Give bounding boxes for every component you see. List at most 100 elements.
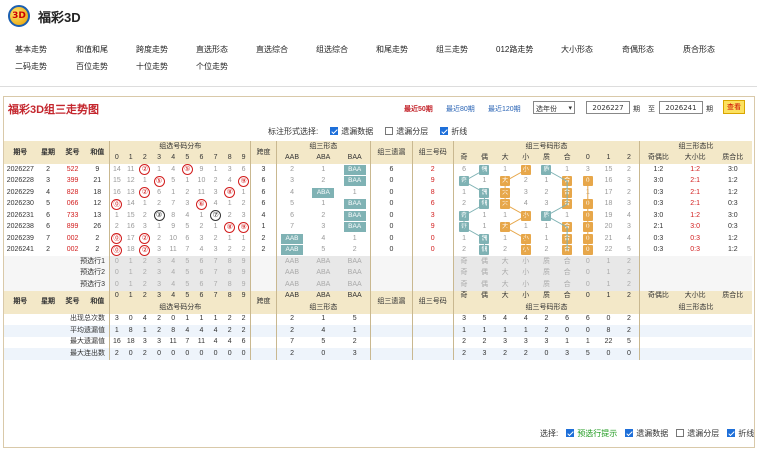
predict-nshape[interactable]: 2 [618, 267, 640, 279]
predict-digit[interactable]: 8 [222, 256, 237, 268]
predict-nshape[interactable]: 合 [556, 256, 578, 268]
predict-digit[interactable]: 4 [166, 256, 181, 268]
predict-nshape[interactable]: 奇 [452, 267, 475, 279]
predict-shape[interactable]: BAA [339, 256, 371, 268]
predict-nshape[interactable]: 偶 [474, 256, 495, 268]
predict-nshape[interactable]: 2 [618, 256, 640, 268]
predict-nshape[interactable]: 0 [577, 256, 599, 268]
predict-nshape[interactable]: 偶 [474, 279, 495, 291]
predict-nshape[interactable]: 小 [515, 256, 537, 268]
nav-link[interactable]: 二码走势 [15, 61, 47, 72]
predict-nshape[interactable]: 大 [494, 279, 516, 291]
predict-digit[interactable]: 7 [208, 267, 223, 279]
predict-row[interactable]: 预选行1 0 1 2 3 4 5 6 7 8 9 AAB ABA BAA 奇偶大小质合 0 1 2 [4, 256, 752, 268]
nav-link[interactable]: 组三走势 [436, 44, 468, 55]
predict-nshape[interactable]: 1 [598, 256, 619, 268]
predict-digit[interactable]: 6 [194, 279, 209, 291]
sort-period-header[interactable]: 期号 [4, 290, 37, 314]
nav-link[interactable]: 和尾走势 [376, 44, 408, 55]
predict-row[interactable]: 预选行2 0 1 2 3 4 5 6 7 8 9 AAB ABA BAA 奇偶大小质合 0 1 2 [4, 267, 752, 279]
nav-link[interactable]: 百位走势 [76, 61, 108, 72]
predict-digit[interactable]: 1 [123, 279, 138, 291]
nav-link[interactable]: 奇偶形态 [622, 44, 654, 55]
predict-digit[interactable]: 8 [222, 279, 237, 291]
nav-link[interactable]: 基本走势 [15, 44, 47, 55]
option-miss-layer[interactable]: 遗漏分层 [385, 126, 428, 137]
predict-digit[interactable]: 9 [236, 279, 251, 291]
predict-digit[interactable]: 9 [236, 267, 251, 279]
predict-nshape[interactable]: 奇 [452, 256, 475, 268]
option-predict-hint[interactable]: 预选行提示 [566, 428, 617, 439]
predict-nshape[interactable]: 小 [515, 279, 537, 291]
predict-digit[interactable]: 3 [151, 256, 167, 268]
nav-link[interactable]: 个位走势 [196, 61, 228, 72]
predict-digit[interactable]: 3 [151, 267, 167, 279]
sort-period-header[interactable]: 期号 [4, 141, 37, 164]
nav-link[interactable]: 组选综合 [316, 44, 348, 55]
nav-link[interactable]: 和值和尾 [76, 44, 108, 55]
predict-shape[interactable]: BAA [339, 267, 371, 279]
query-button[interactable]: 查看 [723, 100, 745, 114]
recent-120-link[interactable]: 最近120期 [488, 104, 521, 114]
predict-nshape[interactable]: 小 [515, 267, 537, 279]
predict-digit[interactable]: 7 [208, 256, 223, 268]
predict-digit[interactable]: 8 [222, 267, 237, 279]
predict-shape[interactable]: AAB [275, 267, 308, 279]
predict-digit[interactable]: 1 [123, 267, 138, 279]
predict-shape[interactable]: ABA [307, 279, 340, 291]
predict-nshape[interactable]: 0 [577, 267, 599, 279]
end-period-input[interactable]: 2026241 [659, 101, 703, 114]
predict-nshape[interactable]: 1 [598, 267, 619, 279]
option-miss-data[interactable]: 遗漏数据 [330, 126, 373, 137]
predict-nshape[interactable]: 1 [598, 279, 619, 291]
option-polyline-bottom[interactable]: 折线 [727, 428, 754, 439]
recent-50-link[interactable]: 最近50期 [404, 104, 433, 114]
nav-link[interactable]: 跨度走势 [136, 44, 168, 55]
predict-digit[interactable]: 0 [109, 267, 124, 279]
predict-shape[interactable]: AAB [275, 279, 308, 291]
predict-digit[interactable]: 2 [137, 279, 152, 291]
predict-digit[interactable]: 6 [194, 267, 209, 279]
predict-digit[interactable]: 5 [180, 256, 195, 268]
nav-link[interactable]: 012路走势 [496, 44, 533, 55]
predict-nshape[interactable]: 质 [536, 279, 557, 291]
predict-digit[interactable]: 2 [137, 256, 152, 268]
predict-shape[interactable]: AAB [275, 256, 308, 268]
predict-row[interactable]: 预选行3 0 1 2 3 4 5 6 7 8 9 AAB ABA BAA 奇偶大小质合 0 1 2 [4, 279, 752, 291]
predict-nshape[interactable]: 合 [556, 279, 578, 291]
predict-shape[interactable]: ABA [307, 256, 340, 268]
predict-digit[interactable]: 5 [180, 279, 195, 291]
predict-digit[interactable]: 4 [166, 267, 181, 279]
predict-nshape[interactable]: 奇 [452, 279, 475, 291]
nav-link[interactable]: 直选综合 [256, 44, 288, 55]
predict-nshape[interactable]: 质 [536, 267, 557, 279]
nav-link[interactable]: 质合形态 [683, 44, 715, 55]
predict-digit[interactable]: 7 [208, 279, 223, 291]
nav-link[interactable]: 十位走势 [136, 61, 168, 72]
predict-shape[interactable]: ABA [307, 267, 340, 279]
predict-digit[interactable]: 5 [180, 267, 195, 279]
predict-nshape[interactable]: 0 [577, 279, 599, 291]
predict-digit[interactable]: 3 [151, 279, 167, 291]
year-select[interactable]: 选年份 ▾ [533, 101, 575, 114]
predict-nshape[interactable]: 大 [494, 267, 516, 279]
predict-digit[interactable]: 0 [109, 279, 124, 291]
predict-digit[interactable]: 9 [236, 256, 251, 268]
predict-nshape[interactable]: 大 [494, 256, 516, 268]
option-polyline[interactable]: 折线 [440, 126, 467, 137]
predict-digit[interactable]: 2 [137, 267, 152, 279]
predict-shape[interactable]: BAA [339, 279, 371, 291]
predict-nshape[interactable]: 质 [536, 256, 557, 268]
predict-digit[interactable]: 4 [166, 279, 181, 291]
option-miss-data-bottom[interactable]: 遗漏数据 [625, 428, 668, 439]
nav-link[interactable]: 直选形态 [196, 44, 228, 55]
predict-digit[interactable]: 0 [109, 256, 124, 268]
start-period-input[interactable]: 2026227 [586, 101, 630, 114]
option-miss-layer-bottom[interactable]: 遗漏分层 [676, 428, 719, 439]
predict-nshape[interactable]: 偶 [474, 267, 495, 279]
predict-nshape[interactable]: 合 [556, 267, 578, 279]
predict-digit[interactable]: 6 [194, 256, 209, 268]
recent-80-link[interactable]: 最近80期 [446, 104, 475, 114]
nav-link[interactable]: 大小形态 [561, 44, 593, 55]
predict-nshape[interactable]: 2 [618, 279, 640, 291]
